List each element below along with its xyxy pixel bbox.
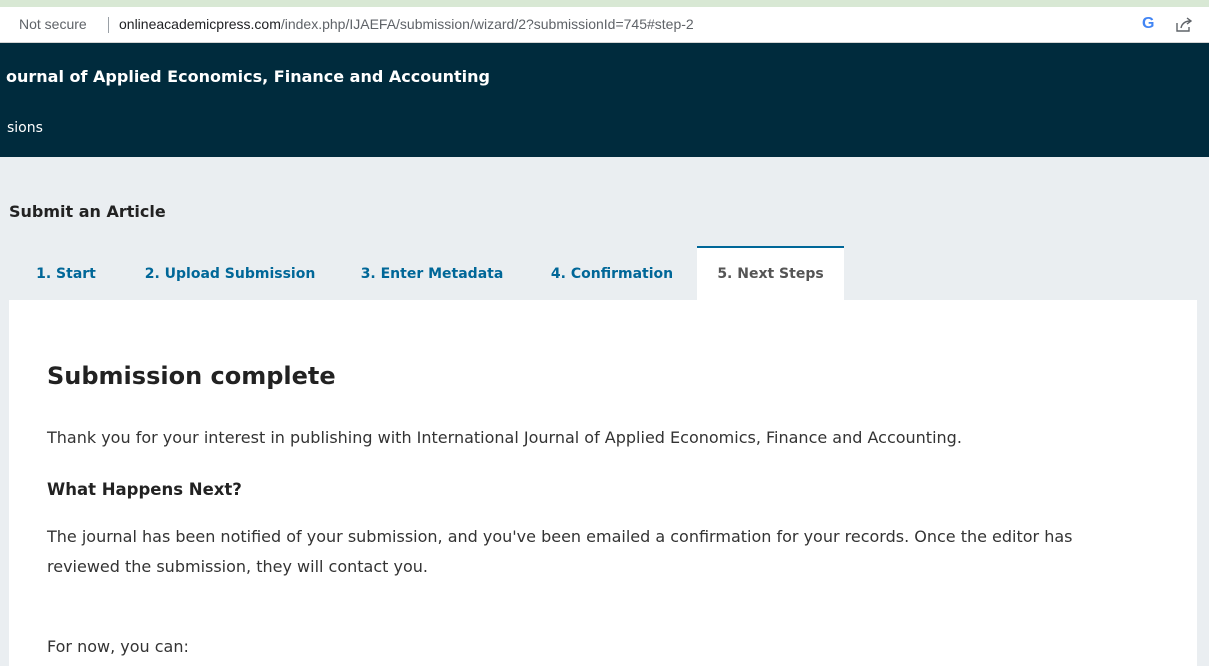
share-icon[interactable]	[1176, 17, 1194, 37]
url-text[interactable]: onlineacademicpress.com/index.php/IJAEFA…	[119, 16, 694, 32]
tab-start[interactable]: 1. Start	[9, 246, 123, 300]
page-title: Submit an Article	[9, 202, 166, 221]
tab-confirmation[interactable]: 4. Confirmation	[527, 246, 697, 300]
submission-complete-heading: Submission complete	[47, 362, 336, 390]
content-panel: Submission complete Thank you for your i…	[9, 300, 1197, 666]
what-happens-next-heading: What Happens Next?	[47, 480, 242, 499]
nav-item-submissions[interactable]: sions	[7, 120, 43, 136]
url-path: /index.php/IJAEFA/submission/wizard/2?su…	[280, 16, 694, 32]
site-header: ournal of Applied Economics, Finance and…	[0, 43, 1209, 157]
tab-next-steps[interactable]: 5. Next Steps	[697, 246, 844, 300]
journal-title[interactable]: ournal of Applied Economics, Finance and…	[6, 67, 490, 86]
address-separator	[108, 17, 109, 33]
address-bar[interactable]: Not secure onlineacademicpress.com/index…	[0, 7, 1209, 43]
next-steps-description: The journal has been notified of your su…	[47, 527, 1073, 576]
for-now-text: For now, you can:	[47, 637, 189, 656]
thank-you-text: Thank you for your interest in publishin…	[47, 428, 962, 447]
tab-upload-submission[interactable]: 2. Upload Submission	[123, 246, 337, 300]
google-icon[interactable]: G	[1142, 15, 1154, 33]
tab-enter-metadata[interactable]: 3. Enter Metadata	[337, 246, 527, 300]
browser-top-strip	[0, 0, 1209, 7]
url-host: onlineacademicpress.com	[119, 16, 281, 32]
security-indicator[interactable]: Not secure	[19, 16, 87, 32]
